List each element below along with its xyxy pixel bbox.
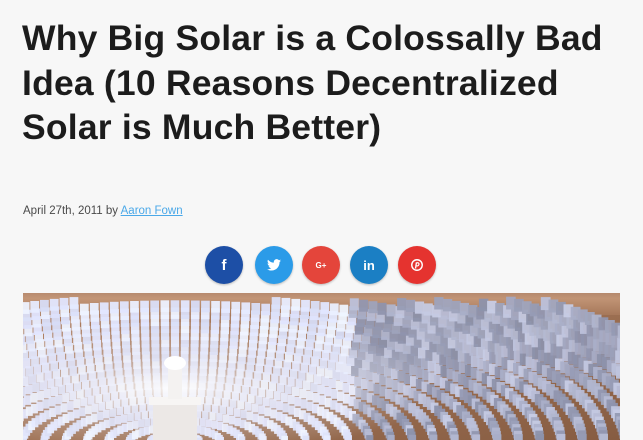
pinterest-icon (411, 259, 423, 271)
publish-date: April 27th, 2011 (23, 205, 103, 217)
author-link[interactable]: Aaron Fown (121, 205, 183, 217)
twitter-share-button[interactable] (255, 246, 293, 284)
heliostat-field-photo (23, 293, 620, 440)
facebook-icon: f (221, 256, 227, 274)
linkedin-icon: in (363, 257, 375, 273)
google-plus-icon: G+ (315, 260, 327, 270)
article-title: Why Big Solar is a Colossally Bad Idea (… (22, 18, 603, 147)
share-bar: f G+ in (0, 246, 643, 284)
google-plus-share-button[interactable]: G+ (302, 246, 340, 284)
hero-image (23, 293, 620, 440)
facebook-share-button[interactable]: f (205, 246, 243, 284)
pinterest-share-button[interactable] (398, 246, 436, 284)
linkedin-share-button[interactable]: in (350, 246, 388, 284)
byline: April 27th, 2011 by Aaron Fown (23, 205, 183, 217)
twitter-icon (267, 259, 281, 271)
byline-by: by (105, 205, 119, 217)
